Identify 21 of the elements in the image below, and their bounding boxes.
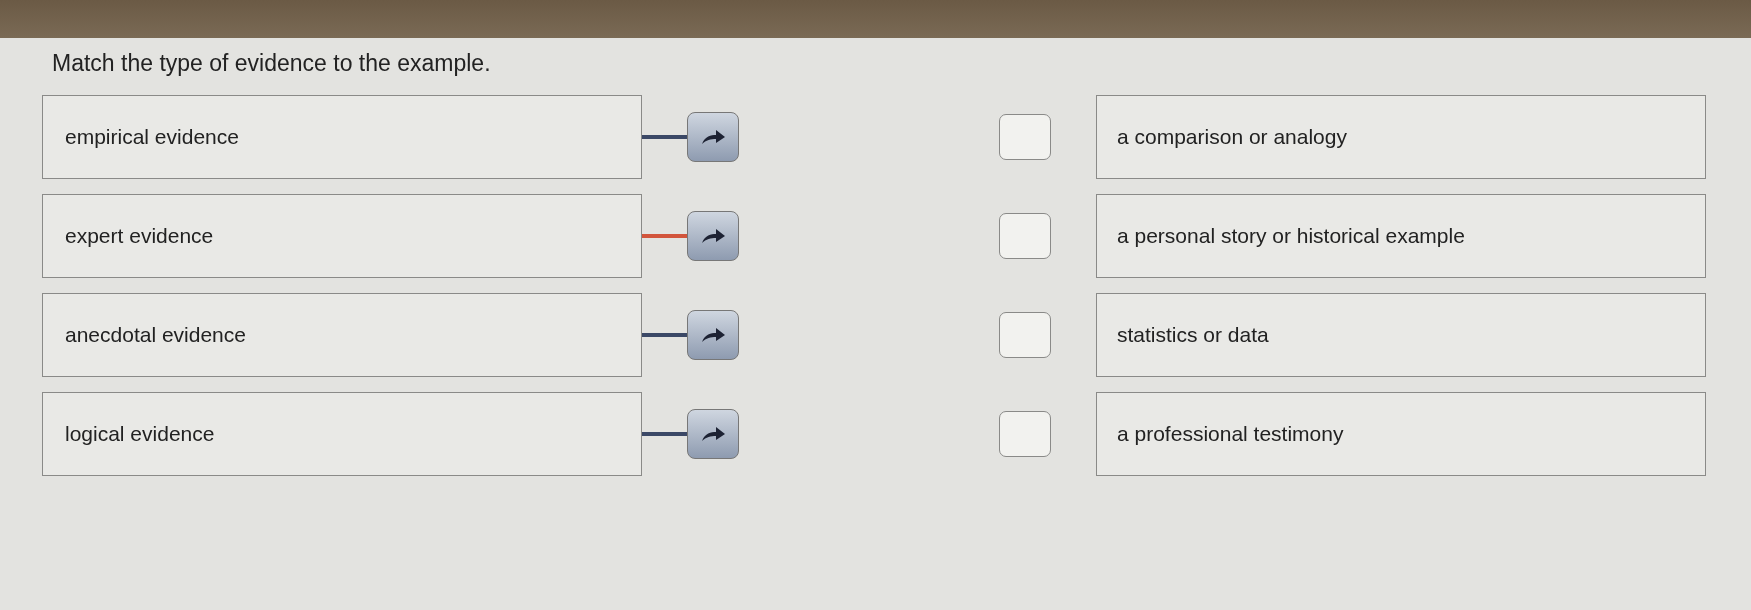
- answer-box[interactable]: a professional testimony: [1096, 391, 1706, 476]
- checkbox[interactable]: [999, 410, 1051, 457]
- arrow-icon: [700, 226, 726, 245]
- arrow-button[interactable]: [687, 210, 739, 261]
- checkbox[interactable]: [999, 311, 1051, 358]
- term-box[interactable]: anecdotal evidence: [42, 292, 642, 377]
- arrow-button[interactable]: [687, 309, 739, 360]
- arrow-button[interactable]: [687, 408, 739, 459]
- arrow-icon: [700, 127, 726, 146]
- term-box[interactable]: logical evidence: [42, 391, 642, 476]
- term-box[interactable]: expert evidence: [42, 193, 642, 278]
- answer-box[interactable]: statistics or data: [1096, 292, 1706, 377]
- term-box[interactable]: empirical evidence: [42, 94, 642, 179]
- arrow-button[interactable]: [687, 111, 739, 162]
- question-text: Match the type of evidence to the example.: [52, 49, 492, 78]
- arrow-icon: [700, 424, 726, 443]
- answer-box[interactable]: a personal story or historical example: [1096, 193, 1706, 278]
- checkbox[interactable]: [999, 212, 1051, 259]
- arrow-icon: [700, 325, 726, 344]
- checkbox[interactable]: [999, 113, 1051, 160]
- answer-box[interactable]: a comparison or analogy: [1096, 94, 1706, 179]
